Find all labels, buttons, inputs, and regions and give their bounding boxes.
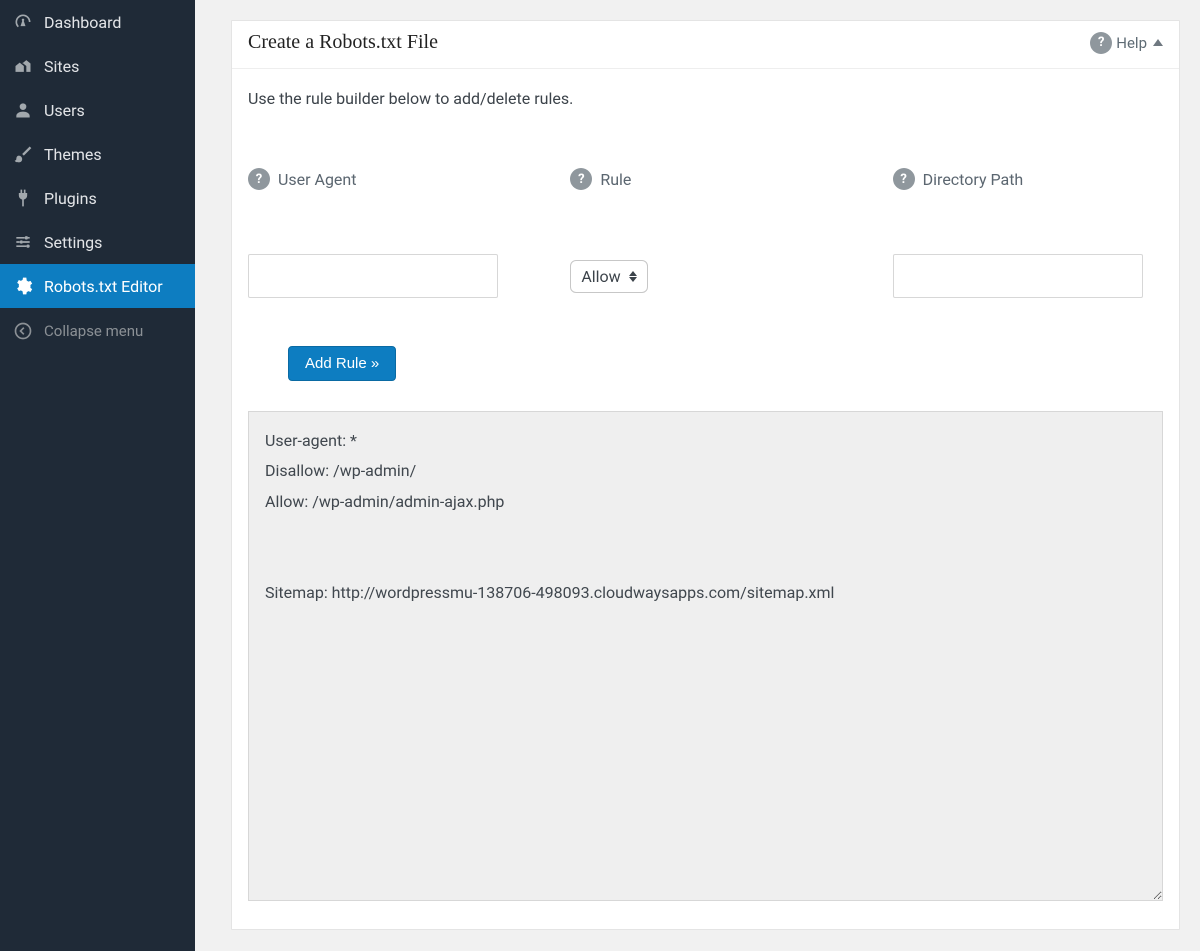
collapse-menu-label: Collapse menu [44,322,143,340]
sidebar-item-label: Sites [44,57,79,76]
updown-icon [629,271,637,282]
sidebar-item-settings[interactable]: Settings [0,220,195,264]
help-icon: ? [1090,32,1112,54]
robots-textarea[interactable] [248,411,1163,901]
sidebar-item-dashboard[interactable]: Dashboard [0,0,195,44]
user-icon [12,99,34,121]
builder-inputs: Allow [248,254,1163,298]
sidebar-item-sites[interactable]: Sites [0,44,195,88]
robots-panel: Create a Robots.txt File ? Help Use the … [231,20,1180,930]
gear-icon [12,275,34,297]
collapse-menu[interactable]: Collapse menu [0,308,195,353]
directory-path-input[interactable] [893,254,1143,298]
panel-header: Create a Robots.txt File ? Help [232,21,1179,69]
intro-text: Use the rule builder below to add/delete… [248,89,1163,108]
houses-icon [12,55,34,77]
help-tab[interactable]: ? Help [1090,32,1163,54]
panel-title: Create a Robots.txt File [248,31,438,54]
help-icon[interactable]: ? [893,168,915,190]
sidebar-item-label: Plugins [44,189,97,208]
sliders-icon [12,231,34,253]
sidebar-item-label: Robots.txt Editor [44,277,163,296]
add-rule-button[interactable]: Add Rule » [288,346,396,381]
sidebar-item-label: Users [44,101,85,120]
help-label: Help [1116,34,1147,52]
rule-select[interactable]: Allow [570,260,648,293]
user-agent-label-text: User Agent [278,170,356,189]
sidebar-item-label: Dashboard [44,13,121,32]
admin-sidebar: Dashboard Sites Users Themes Plugins Set… [0,0,195,951]
plug-icon [12,187,34,209]
sidebar-item-label: Themes [44,145,102,164]
sidebar-item-users[interactable]: Users [0,88,195,132]
sidebar-item-plugins[interactable]: Plugins [0,176,195,220]
panel-body: Use the rule builder below to add/delete… [232,69,1179,929]
caret-up-icon [1153,39,1163,46]
help-icon[interactable]: ? [570,168,592,190]
rule-select-value: Allow [581,267,620,286]
brush-icon [12,143,34,165]
builder-labels: ? User Agent ? Rule ? Directory Path [248,168,1163,190]
help-icon[interactable]: ? [248,168,270,190]
user-agent-label: ? User Agent [248,168,518,190]
rule-label: ? Rule [570,168,840,190]
sidebar-item-themes[interactable]: Themes [0,132,195,176]
rule-label-text: Rule [600,170,631,189]
directory-path-label-text: Directory Path [923,170,1024,189]
main-content: Create a Robots.txt File ? Help Use the … [195,0,1200,951]
collapse-icon [12,320,34,342]
user-agent-input[interactable] [248,254,498,298]
sidebar-item-robots[interactable]: Robots.txt Editor [0,264,195,308]
gauge-icon [12,11,34,33]
directory-path-label: ? Directory Path [893,168,1163,190]
add-rule-row: Add Rule » [248,346,1163,381]
sidebar-item-label: Settings [44,233,102,252]
